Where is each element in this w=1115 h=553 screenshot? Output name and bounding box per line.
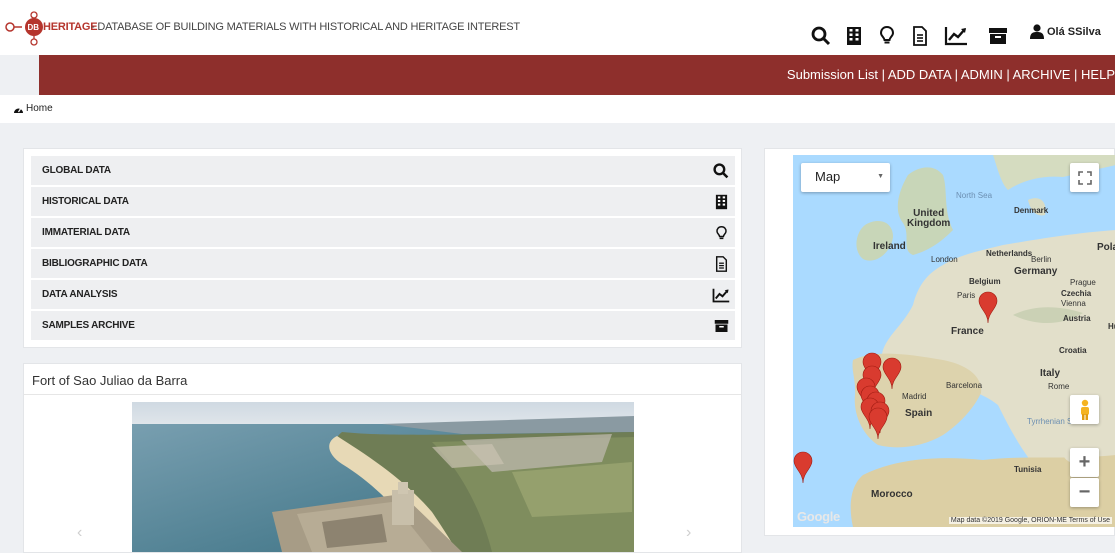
data-row-historical-data[interactable]: HISTORICAL DATA xyxy=(31,187,735,216)
nav-link-add-data[interactable]: ADD DATA xyxy=(888,67,951,82)
search-icon[interactable] xyxy=(809,24,833,48)
building-icon[interactable] xyxy=(842,24,866,48)
zoom-out-button[interactable]: − xyxy=(1070,478,1099,507)
breadcrumb[interactable]: Home xyxy=(13,103,53,114)
map-attribution[interactable]: Map data ©2019 Google, ORION-ME Terms of… xyxy=(948,517,1112,524)
data-row-global-data[interactable]: GLOBAL DATA xyxy=(31,156,735,185)
document-icon[interactable] xyxy=(908,24,932,48)
logo-text: HERITAGE xyxy=(43,21,98,33)
data-sections-panel: GLOBAL DATA HISTORICAL DATA IMMATERIAL D… xyxy=(23,148,742,348)
user-menu[interactable]: Olá SSilva xyxy=(1030,24,1101,39)
street-view-button[interactable] xyxy=(1070,395,1099,424)
lightbulb-icon[interactable] xyxy=(875,24,899,48)
breadcrumb-home[interactable]: Home xyxy=(26,103,53,114)
caret-down-icon: ▼ xyxy=(877,173,884,180)
featured-site-panel: Fort of Sao Juliao da Barra ‹ › xyxy=(23,363,742,553)
map-marker xyxy=(868,407,888,440)
map-marker xyxy=(882,357,902,390)
data-row-bibliographic-data[interactable]: BIBLIOGRAPHIC DATA xyxy=(31,249,735,278)
fullscreen-button[interactable] xyxy=(1070,163,1099,192)
data-row-label: SAMPLES ARCHIVE xyxy=(42,320,135,331)
nav-link-help[interactable]: HELP xyxy=(1081,67,1115,82)
chart-icon xyxy=(711,285,731,305)
data-row-label: BIBLIOGRAPHIC DATA xyxy=(42,258,148,269)
dashboard-icon xyxy=(14,107,23,113)
archive-icon xyxy=(711,316,731,336)
search-icon xyxy=(711,161,731,181)
map-marker xyxy=(978,291,998,324)
user-icon xyxy=(1030,24,1044,39)
map-type-select[interactable]: Map ▼ xyxy=(801,163,890,192)
site-description: - DATABASE OF BUILDING MATERIALS WITH HI… xyxy=(91,21,520,33)
fullscreen-icon xyxy=(1077,170,1092,185)
nav-link-submission-list[interactable]: Submission List xyxy=(787,67,878,82)
data-row-immaterial-data[interactable]: IMMATERIAL DATA xyxy=(31,218,735,247)
nav-link-admin[interactable]: ADMIN xyxy=(961,67,1003,82)
user-greeting: Olá SSilva xyxy=(1047,25,1101,38)
featured-site-photo[interactable] xyxy=(132,402,634,552)
archive-icon[interactable] xyxy=(986,24,1010,48)
pegman-icon xyxy=(1080,399,1089,420)
data-row-data-analysis[interactable]: DATA ANALYSIS xyxy=(31,280,735,309)
data-row-label: IMMATERIAL DATA xyxy=(42,227,130,238)
data-row-label: HISTORICAL DATA xyxy=(42,196,129,207)
data-row-label: GLOBAL DATA xyxy=(42,165,111,176)
carousel-prev-arrow[interactable]: ‹ xyxy=(77,524,82,542)
logo-badge: DB xyxy=(28,23,40,32)
data-row-samples-archive[interactable]: SAMPLES ARCHIVE xyxy=(31,311,735,340)
map-marker xyxy=(793,451,813,484)
divider xyxy=(24,394,741,395)
building-icon xyxy=(711,192,731,212)
map-type-value: Map xyxy=(815,169,841,184)
featured-site-title: Fort of Sao Juliao da Barra xyxy=(32,373,188,388)
zoom-in-button[interactable]: + xyxy=(1070,448,1099,477)
chart-icon[interactable] xyxy=(944,24,968,48)
top-header: DB HERITAGE - DATABASE OF BUILDING MATER… xyxy=(0,0,1115,55)
nav-link-archive[interactable]: ARCHIVE xyxy=(1013,67,1071,82)
document-icon xyxy=(711,254,731,274)
google-logo: Google xyxy=(797,509,840,524)
breadcrumb-bar: Home xyxy=(0,95,1115,123)
lightbulb-icon xyxy=(711,223,731,243)
map-panel: North Sea United Kingdom Denmark Ireland … xyxy=(764,148,1115,536)
nav-links: Submission List | ADD DATA | ADMIN | ARC… xyxy=(786,67,1115,82)
google-map[interactable]: North Sea United Kingdom Denmark Ireland … xyxy=(793,155,1115,527)
carousel-next-arrow[interactable]: › xyxy=(686,524,691,542)
map-markers xyxy=(793,291,998,484)
main-navbar: Submission List | ADD DATA | ADMIN | ARC… xyxy=(39,55,1115,95)
data-row-label: DATA ANALYSIS xyxy=(42,289,118,300)
